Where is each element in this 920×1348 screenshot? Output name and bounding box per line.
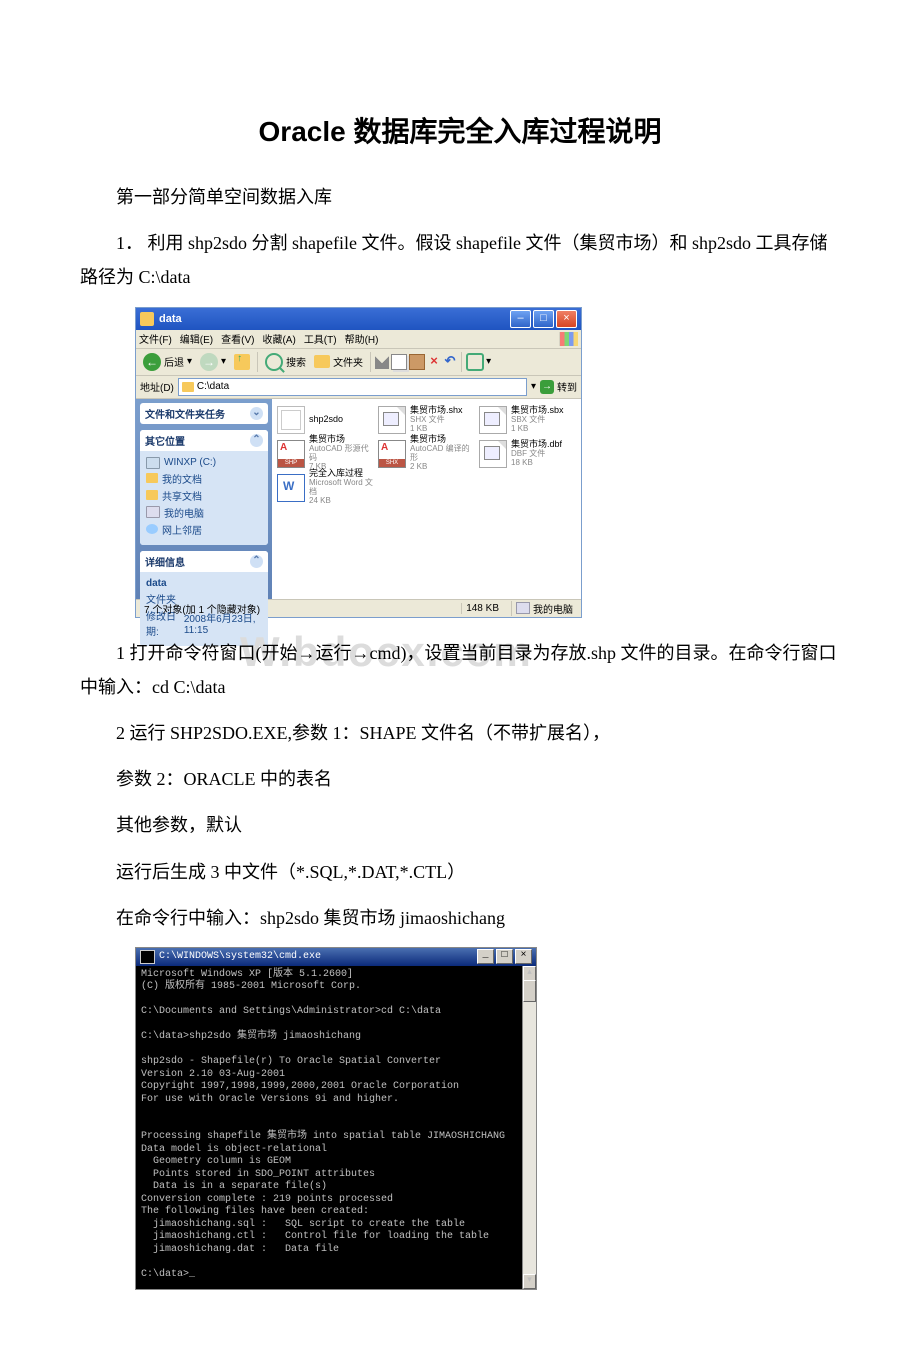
- cut-icon[interactable]: [375, 355, 389, 369]
- scroll-up-icon[interactable]: ▴: [523, 966, 536, 981]
- paragraph-other-params: 其他参数，默认: [80, 808, 840, 842]
- cmd-title: C:\WINDOWS\system32\cmd.exe: [159, 951, 475, 962]
- explorer-window: data – □ × 文件(F) 编辑(E) 查看(V) 收藏(A) 工具(T)…: [135, 307, 582, 618]
- close-button[interactable]: ×: [515, 949, 532, 964]
- file-item[interactable]: SHX 集贸市场AutoCAD 编译的形2 KB: [378, 438, 475, 470]
- toolbar: ←后退 ▾ →▾ 搜索 文件夹 × ↶ ▾: [136, 349, 581, 376]
- scrollbar[interactable]: ▴▾: [522, 966, 536, 1290]
- status-object-count: 7 个对象(加 1 个隐藏对象): [140, 601, 264, 616]
- other-places-title[interactable]: 其它位置: [145, 433, 185, 448]
- file-item[interactable]: 集贸市场.sbxSBX 文件1 KB: [479, 404, 576, 436]
- status-bar: 7 个对象(加 1 个隐藏对象) 148 KB 我的电脑: [136, 599, 581, 617]
- paragraph-step1: 1． 利用 shp2sdo 分割 shapefile 文件。假设 shapefi…: [80, 226, 840, 294]
- other-places-group: 其它位置 ⌃ WINXP (C:) 我的文档 共享文档 我的电脑 网上邻居: [140, 430, 268, 545]
- chevron-icon[interactable]: ⌃: [250, 434, 263, 447]
- file-icon: [479, 440, 507, 468]
- file-icon: [378, 406, 406, 434]
- address-value: C:\data: [197, 381, 229, 392]
- details-name: data: [146, 578, 262, 589]
- menu-tools[interactable]: 工具(T): [304, 331, 337, 346]
- up-button[interactable]: [231, 353, 253, 371]
- sidebar-item[interactable]: 我的电脑: [146, 505, 262, 520]
- cmd-icon: [140, 950, 155, 964]
- sidebar-item[interactable]: 共享文档: [146, 488, 262, 503]
- go-button[interactable]: →转到: [540, 379, 577, 394]
- paragraph-cmd-input: 在命令行中输入：shp2sdo 集贸市场 jimaoshichang: [80, 901, 840, 935]
- window-title: data: [159, 313, 508, 325]
- file-item[interactable]: shp2sdo: [277, 404, 374, 436]
- forward-button[interactable]: →▾: [197, 352, 229, 372]
- views-icon[interactable]: [466, 353, 484, 371]
- file-item[interactable]: SHP 集贸市场AutoCAD 形源代码7 KB: [277, 438, 374, 470]
- copy-icon[interactable]: [391, 354, 407, 370]
- page-title: Oracle 数据库完全入库过程说明: [80, 110, 840, 150]
- cmd-titlebar[interactable]: C:\WINDOWS\system32\cmd.exe _ □ ×: [136, 948, 536, 966]
- window-titlebar[interactable]: data – □ ×: [136, 308, 581, 330]
- side-panel: 文件和文件夹任务 ⌄ 其它位置 ⌃ WINXP (C:) 我的文档 共享文档 我的电…: [136, 399, 272, 599]
- menu-favorites[interactable]: 收藏(A): [262, 331, 295, 346]
- shx-icon: SHX: [378, 440, 406, 468]
- file-icon: [479, 406, 507, 434]
- paragraph-output-files: 运行后生成 3 中文件（*.SQL,*.DAT,*.CTL）: [80, 855, 840, 889]
- chevron-icon[interactable]: ⌃: [250, 555, 263, 568]
- file-item[interactable]: 集贸市场.shxSHX 文件1 KB: [378, 404, 475, 436]
- paragraph-section-heading: 第一部分简单空间数据入库: [80, 180, 840, 214]
- menu-edit[interactable]: 编辑(E): [180, 331, 213, 346]
- paragraph-step2: 2 运行 SHP2SDO.EXE,参数 1：SHAPE 文件名（不带扩展名），: [80, 716, 840, 750]
- status-size: 148 KB: [461, 603, 503, 614]
- shp-icon: SHP: [277, 440, 305, 468]
- file-list[interactable]: shp2sdo 集贸市场.shxSHX 文件1 KB 集贸市场.sbxSBX 文…: [272, 399, 581, 599]
- menu-view[interactable]: 查看(V): [221, 331, 254, 346]
- scroll-down-icon[interactable]: ▾: [523, 1274, 536, 1289]
- folders-button[interactable]: 文件夹: [311, 353, 366, 370]
- cmd-window: C:\WINDOWS\system32\cmd.exe _ □ × Micros…: [135, 947, 537, 1291]
- doc-icon: [277, 474, 305, 502]
- maximize-button[interactable]: □: [533, 310, 554, 328]
- delete-icon[interactable]: ×: [427, 355, 441, 369]
- maximize-button[interactable]: □: [496, 949, 513, 964]
- menu-file[interactable]: 文件(F): [139, 331, 172, 346]
- menu-bar: 文件(F) 编辑(E) 查看(V) 收藏(A) 工具(T) 帮助(H): [136, 330, 581, 349]
- windows-flag-icon: [559, 332, 578, 346]
- address-label: 地址(D): [140, 379, 174, 394]
- computer-icon: [516, 602, 530, 614]
- menu-help[interactable]: 帮助(H): [345, 331, 379, 346]
- paragraph-step1-1: 1 打开命令符窗口(开始→运行→cmd)，设置当前目录为存放.shp 文件的目录…: [80, 636, 840, 704]
- sidebar-item[interactable]: 我的文档: [146, 471, 262, 486]
- sidebar-item[interactable]: 网上邻居: [146, 522, 262, 537]
- minimize-button[interactable]: –: [510, 310, 531, 328]
- file-item[interactable]: 集贸市场.dbfDBF 文件18 KB: [479, 438, 576, 470]
- details-group: 详细信息⌃ data 文件夹 修改日期: 2008年6月23日, 11:15: [140, 551, 268, 646]
- chevron-icon[interactable]: ⌄: [250, 407, 263, 420]
- exe-icon: [277, 406, 305, 434]
- paste-icon[interactable]: [409, 354, 425, 370]
- sidebar-item[interactable]: WINXP (C:): [146, 457, 262, 469]
- tasks-title[interactable]: 文件和文件夹任务: [145, 406, 225, 421]
- folder-icon: [182, 382, 194, 392]
- search-button[interactable]: 搜索: [262, 352, 309, 372]
- status-location: 我的电脑: [511, 601, 577, 616]
- folder-icon: [140, 312, 154, 326]
- details-title[interactable]: 详细信息: [145, 554, 185, 569]
- cmd-output[interactable]: Microsoft Windows XP [版本 5.1.2600] (C) 版…: [136, 966, 536, 1290]
- back-button[interactable]: ←后退 ▾: [140, 352, 195, 372]
- minimize-button[interactable]: _: [477, 949, 494, 964]
- scroll-thumb[interactable]: [523, 980, 536, 1002]
- close-button[interactable]: ×: [556, 310, 577, 328]
- file-item[interactable]: 完全入库过程Microsoft Word 文档24 KB: [277, 472, 374, 504]
- address-input[interactable]: C:\data: [178, 378, 527, 396]
- undo-icon[interactable]: ↶: [443, 355, 457, 369]
- paragraph-param2: 参数 2：ORACLE 中的表名: [80, 762, 840, 796]
- address-bar: 地址(D) C:\data ▾ →转到: [136, 376, 581, 399]
- tasks-group: 文件和文件夹任务 ⌄: [140, 403, 268, 424]
